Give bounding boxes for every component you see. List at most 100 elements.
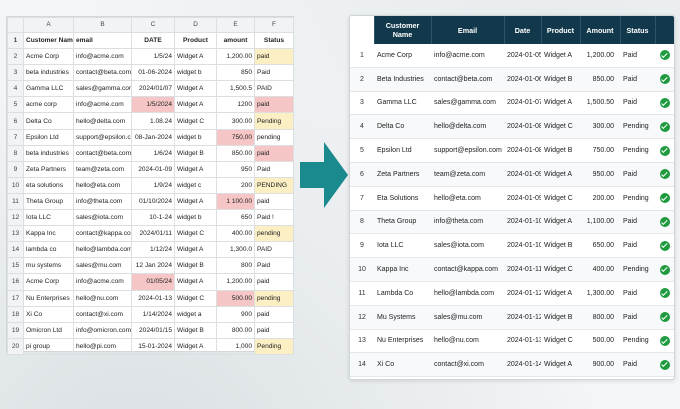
clean-cell-product[interactable]: Widget A bbox=[541, 44, 580, 68]
cell-date[interactable]: 2024/01/11 bbox=[131, 225, 175, 243]
row-number[interactable]: 12 bbox=[7, 209, 24, 227]
clean-header-cell[interactable]: Product bbox=[541, 16, 581, 44]
clean-row-number[interactable]: 15 bbox=[350, 376, 374, 379]
cell-email[interactable]: hello@pi.com bbox=[73, 337, 132, 355]
clean-cell-date[interactable]: 2024-01-08 bbox=[504, 138, 541, 163]
cell-date[interactable]: 10-1-24 bbox=[131, 209, 175, 227]
cell-customer-name[interactable]: acme corp bbox=[23, 96, 74, 114]
cell-status[interactable]: paid bbox=[254, 305, 294, 323]
clean-cell-status[interactable]: Paid bbox=[620, 233, 655, 259]
cell-customer-name[interactable]: Iota LLC bbox=[23, 209, 74, 227]
clean-cell-product[interactable]: Widget B bbox=[541, 67, 580, 92]
cell-email[interactable]: hello@delta.com bbox=[73, 112, 132, 130]
row-number[interactable]: 20 bbox=[7, 337, 24, 355]
clean-cell-customer-name[interactable]: Theta Group bbox=[374, 210, 431, 235]
cell-email[interactable]: contact@beta.com bbox=[73, 144, 132, 162]
clean-cell-email[interactable]: support@epsilon.com bbox=[431, 138, 504, 163]
cell-date[interactable]: 1/9/24 bbox=[131, 176, 175, 194]
cell-date[interactable]: 2024-01-13 bbox=[131, 289, 175, 307]
clean-cell-customer-name[interactable]: Epsilon Ltd bbox=[374, 138, 431, 163]
clean-header-cell[interactable]: Date bbox=[504, 16, 542, 44]
clean-row-number[interactable]: 6 bbox=[350, 162, 374, 187]
cell-product[interactable]: widget b bbox=[174, 64, 217, 82]
clean-cell-product[interactable]: Widget A bbox=[541, 210, 580, 235]
clean-cell-date[interactable]: 2024-01-07 bbox=[504, 91, 541, 116]
cell-customer-name[interactable]: Epsilon Ltd bbox=[23, 128, 74, 146]
cell-email[interactable]: contact@xi.com bbox=[73, 305, 132, 323]
clean-cell-customer-name[interactable]: Kappa Inc bbox=[374, 257, 431, 282]
clean-cell-customer-name[interactable]: Nu Enterprises bbox=[374, 329, 431, 354]
cell-amount[interactable]: 200 bbox=[216, 176, 255, 194]
clean-cell-product[interactable]: Widget A bbox=[541, 91, 580, 116]
row-number[interactable]: 11 bbox=[7, 192, 24, 211]
row-number[interactable]: 1 bbox=[7, 31, 24, 50]
cell-customer-name[interactable]: Xi Co bbox=[23, 305, 74, 323]
cell-product[interactable]: widget b bbox=[174, 128, 217, 146]
cell-product[interactable]: widget c bbox=[174, 176, 217, 194]
clean-row-number[interactable]: 1 bbox=[350, 44, 374, 68]
cell-date[interactable]: 01/10/2024 bbox=[131, 192, 175, 211]
clean-row-number[interactable]: 11 bbox=[350, 281, 374, 306]
cell-status[interactable]: PAID bbox=[254, 241, 294, 259]
cell-status[interactable]: Pending bbox=[254, 337, 294, 355]
cell-customer-name[interactable]: pi group bbox=[23, 337, 74, 355]
cell-amount[interactable]: 1 100.00 bbox=[216, 192, 255, 211]
cell-email[interactable]: support@epsilon.com bbox=[73, 128, 132, 146]
clean-cell-amount[interactable]: 850.00 bbox=[580, 67, 620, 92]
cell-date[interactable]: 08-Jan-2024 bbox=[131, 128, 175, 146]
clean-row-number[interactable]: 2 bbox=[350, 67, 374, 92]
cell-date[interactable]: 1/5/2024 bbox=[131, 96, 175, 114]
clean-cell-email[interactable]: sales@gamma.com bbox=[431, 91, 504, 116]
cell-customer-name[interactable]: eta solutions bbox=[23, 176, 74, 194]
clean-cell-amount[interactable]: 1,100.00 bbox=[580, 210, 620, 235]
clean-row-number[interactable]: 3 bbox=[350, 91, 374, 116]
clean-cell-email[interactable]: team@zeta.com bbox=[431, 162, 504, 187]
cell-product[interactable]: Widget A bbox=[174, 192, 217, 211]
select-all-corner[interactable] bbox=[7, 17, 24, 33]
clean-cell-amount[interactable]: 1,500.50 bbox=[580, 91, 620, 116]
cell-status[interactable]: paid bbox=[254, 273, 294, 291]
cell-email[interactable]: hello@lambda.com bbox=[73, 241, 132, 259]
cell-product[interactable]: Widget A bbox=[174, 48, 217, 66]
clean-cell-date[interactable]: 2024-01-09 bbox=[504, 186, 541, 211]
cell-customer-name[interactable]: beta industries bbox=[23, 144, 74, 162]
clean-cell-customer-name[interactable]: Iota LLC bbox=[374, 233, 431, 259]
cell-date[interactable]: 1/5/24 bbox=[131, 48, 175, 66]
header-cell[interactable]: Product bbox=[174, 31, 217, 50]
clean-row-number[interactable]: 8 bbox=[350, 210, 374, 235]
cell-amount[interactable]: 650 bbox=[216, 209, 255, 227]
cell-status[interactable]: paid bbox=[254, 192, 294, 211]
cell-customer-name[interactable]: Omicron Ltd bbox=[23, 321, 74, 339]
cell-amount[interactable]: 800.00 bbox=[216, 321, 255, 339]
clean-cell-email[interactable]: sales@mu.com bbox=[431, 305, 504, 330]
row-number[interactable]: 7 bbox=[7, 128, 24, 146]
clean-cell-status[interactable]: Paid bbox=[620, 376, 655, 379]
clean-cell-product[interactable]: Widget B bbox=[541, 138, 580, 163]
clean-cell-date[interactable]: 2024-01-15 bbox=[504, 376, 541, 379]
clean-cell-amount[interactable]: 750.00 bbox=[580, 138, 620, 163]
cell-email[interactable]: team@zeta.com bbox=[73, 160, 132, 178]
cell-date[interactable]: 1.08.24 bbox=[131, 112, 175, 130]
clean-row-number[interactable]: 12 bbox=[350, 305, 374, 330]
cell-status[interactable]: PENDING bbox=[254, 176, 294, 194]
clean-cell-customer-name[interactable]: Eta Solutions bbox=[374, 186, 431, 211]
clean-cell-product[interactable]: Widget B bbox=[541, 233, 580, 259]
cell-date[interactable]: 2024-01-09 bbox=[131, 160, 175, 178]
clean-cell-amount[interactable]: 950.00 bbox=[580, 162, 620, 187]
cell-product[interactable]: Widget A bbox=[174, 337, 217, 355]
cell-status[interactable]: PAID bbox=[254, 80, 294, 98]
clean-cell-status[interactable]: Paid bbox=[620, 210, 655, 235]
cell-customer-name[interactable]: Acme Corp bbox=[23, 48, 74, 66]
cell-customer-name[interactable]: lambda co bbox=[23, 241, 74, 259]
clean-cell-date[interactable]: 2024-01-12 bbox=[504, 305, 541, 330]
cell-amount[interactable]: 900 bbox=[216, 305, 255, 323]
cell-date[interactable]: 1/6/24 bbox=[131, 144, 175, 162]
cell-product[interactable]: widget b bbox=[174, 209, 217, 227]
cell-status[interactable]: pending bbox=[254, 225, 294, 243]
cell-email[interactable]: sales@gamma.com bbox=[73, 80, 132, 98]
cell-product[interactable]: Widget A bbox=[174, 96, 217, 114]
clean-row-number[interactable]: 9 bbox=[350, 233, 374, 259]
clean-row-number[interactable]: 7 bbox=[350, 186, 374, 211]
clean-cell-email[interactable]: contact@kappa.com bbox=[431, 257, 504, 282]
clean-header-cell[interactable]: Customer Name bbox=[374, 16, 432, 44]
